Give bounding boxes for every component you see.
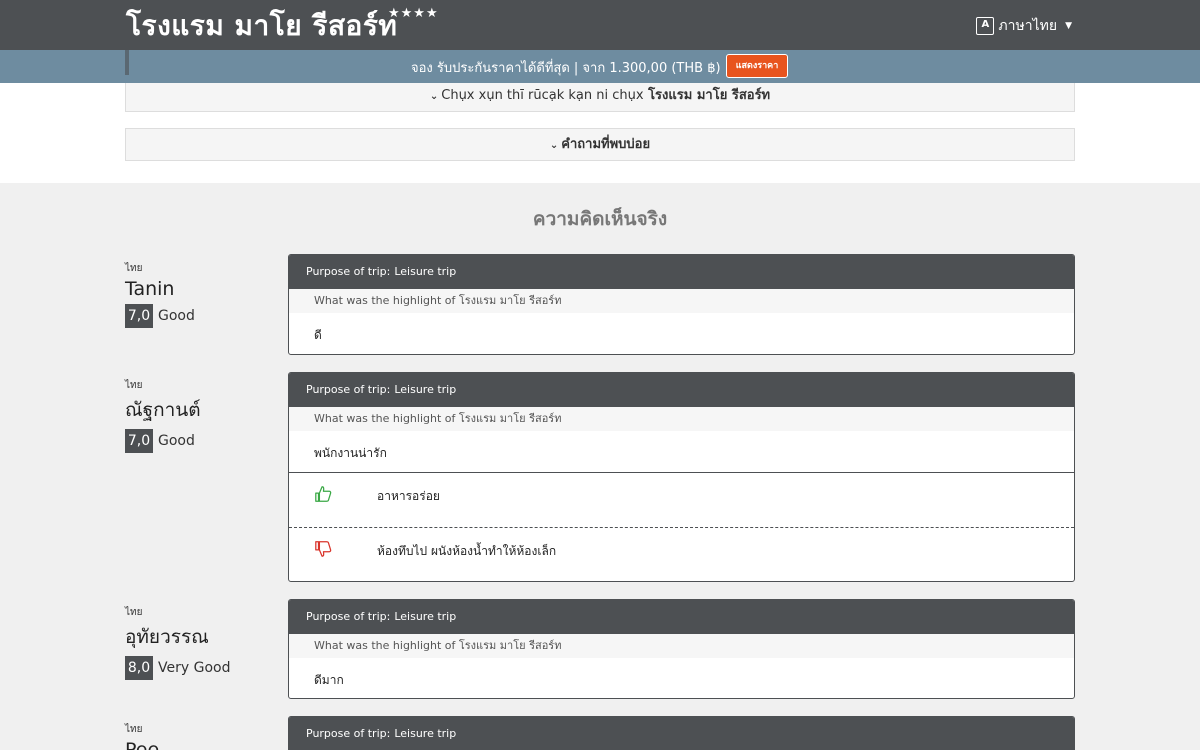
score-row: 8,0 Very Good [125,656,275,680]
highlight-answer: ดีมาก [314,673,344,687]
trip-purpose: Purpose of trip: Leisure trip [289,600,1074,634]
reviewer-name: ณัฐกานต์ [125,399,201,421]
trip-purpose: Purpose of trip: Leisure trip [289,373,1074,407]
disliked-text: ห้องทึบไป ผนังห้องน้ำทำให้ห้องเล็ก [377,544,557,558]
accent-bar [125,50,129,75]
thumbs-down-icon [315,541,332,557]
reviewer-info: ไทย ณัฐกานต์ 7,0 Good [125,378,275,453]
review-card: Purpose of trip: Leisure trip What was th… [288,254,1075,355]
reviews-title: ความคิดเห็นจริง [532,208,668,230]
chevron-down-icon: ⌄ [549,140,559,151]
trip-purpose: Purpose of trip: Leisure trip [289,255,1074,289]
reviewer-info: ไทย Pee [125,722,275,750]
liked-text: อาหารอร่อย [377,489,440,503]
disliked-row: ห้องทึบไป ผนังห้องน้ำทำให้ห้องเล็ก [289,527,1074,581]
review-card: Purpose of trip: Leisure trip What was th… [288,599,1075,699]
reviewer-country: ไทย [125,380,143,391]
show-price-button[interactable]: แสดงราคา [726,54,788,78]
score-badge: 7,0 [125,429,153,453]
booking-text: จอง รับประกันราคาได้ดีที่สุด | จาก 1.300… [411,61,721,76]
chevron-down-icon: ⌄ [429,91,439,102]
highlight-question: What was the highlight of โรงแรม มาโย รี… [289,407,1074,431]
reviewer-name: Tanin [125,278,175,300]
trip-purpose: Purpose of trip: Leisure trip [289,717,1074,750]
translate-icon: A [976,17,995,35]
reviewer-country: ไทย [125,724,143,735]
score-row: 7,0 Good [125,429,275,453]
highlight-question: What was the highlight of โรงแรม มาโย รี… [289,289,1074,313]
score-badge: 7,0 [125,304,153,328]
reviewer-info: ไทย Tanin 7,0 Good [125,261,275,328]
language-selector[interactable]: A ภาษาไทย ▼ [976,15,1072,37]
reviewer-country: ไทย [125,263,143,274]
highlight-answer: พนักงานน่ารัก [314,446,387,460]
highlight-question: What was the highlight of โรงแรม มาโย รี… [289,634,1074,658]
reviewer-name: อุทัยวรรณ [125,626,209,648]
booking-bar: จอง รับประกันราคาได้ดีที่สุด | จาก 1.300… [0,50,1200,83]
similar-hotels-toggle[interactable]: ⌄ Chụx xụn thī rūcạk kạn ni chụx โรงแรม ม… [125,83,1075,112]
score-verdict: Good [158,433,195,449]
hotel-title: โรงแรม มาโย รีสอร์ท [126,9,398,42]
thumbs-up-icon [315,486,332,502]
review-card: Purpose of trip: Leisure trip What was th… [288,372,1075,582]
score-badge: 8,0 [125,656,153,680]
review-card: Purpose of trip: Leisure trip [288,716,1075,750]
reviewer-name: Pee [125,739,160,750]
score-verdict: Good [158,308,195,324]
liked-row: อาหารอร่อย [289,472,1074,527]
top-header: โรงแรม มาโย รีสอร์ท ★★★★ A ภาษาไทย ▼ [0,0,1200,50]
language-label: ภาษาไทย [998,18,1058,34]
score-verdict: Very Good [158,660,231,676]
reviewer-info: ไทย อุทัยวรรณ 8,0 Very Good [125,605,275,680]
highlight-answer: ดี [314,328,322,342]
reviewer-country: ไทย [125,607,143,618]
faq-toggle[interactable]: ⌄ คำถามที่พบบ่อย [125,128,1075,161]
star-rating: ★★★★ [388,6,439,21]
caret-down-icon: ▼ [1065,21,1072,31]
score-row: 7,0 Good [125,304,275,328]
